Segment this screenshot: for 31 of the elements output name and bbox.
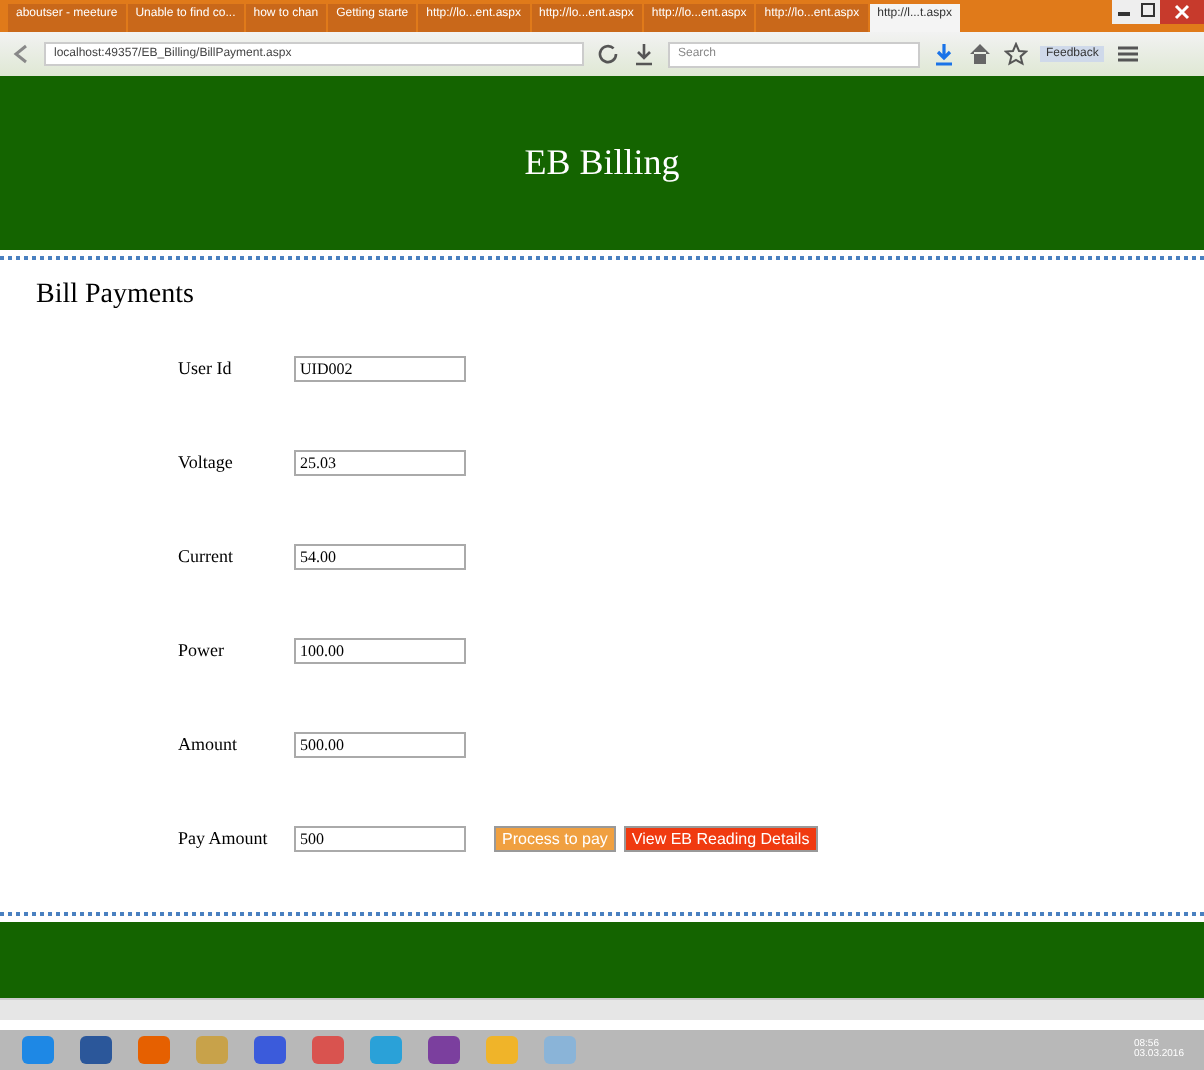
app-icon[interactable]	[252, 1034, 288, 1066]
menu-icon[interactable]	[1116, 42, 1141, 66]
close-icon[interactable]	[1160, 0, 1204, 24]
back-icon[interactable]	[8, 42, 32, 66]
app-icon[interactable]	[78, 1034, 114, 1066]
download-icon[interactable]	[932, 42, 956, 66]
scrollbar[interactable]	[0, 998, 1204, 1020]
site-title: EB Billing	[524, 142, 680, 184]
app-icon[interactable]	[310, 1034, 346, 1066]
field-label: Power	[178, 640, 226, 660]
reload-icon[interactable]	[596, 42, 620, 66]
input-field[interactable]: 500	[294, 825, 466, 851]
app-icon[interactable]	[426, 1034, 462, 1066]
field-label: Pay Amount	[178, 828, 270, 848]
field-label: Voltage	[178, 452, 235, 472]
action-button[interactable]: Process to pay	[494, 825, 616, 851]
restore-icon[interactable]	[1136, 0, 1160, 20]
download-icon[interactable]	[632, 42, 656, 66]
action-button[interactable]: View EB Reading Details	[623, 825, 818, 851]
input-field[interactable]: 54.00	[294, 543, 466, 569]
input-field[interactable]: UID002	[294, 355, 466, 381]
star-icon[interactable]	[1004, 42, 1028, 66]
home-icon[interactable]	[968, 42, 992, 66]
field-label: Current	[178, 546, 235, 566]
input-field[interactable]: 100.00	[294, 637, 466, 663]
field-label: Amount	[178, 734, 240, 754]
field-label: User Id	[178, 358, 234, 378]
app-icon[interactable]	[20, 1034, 56, 1066]
page-heading: Bill Payments	[34, 278, 196, 312]
input-field[interactable]: 25.03	[294, 449, 466, 475]
input-field[interactable]: 500.00	[294, 731, 466, 757]
